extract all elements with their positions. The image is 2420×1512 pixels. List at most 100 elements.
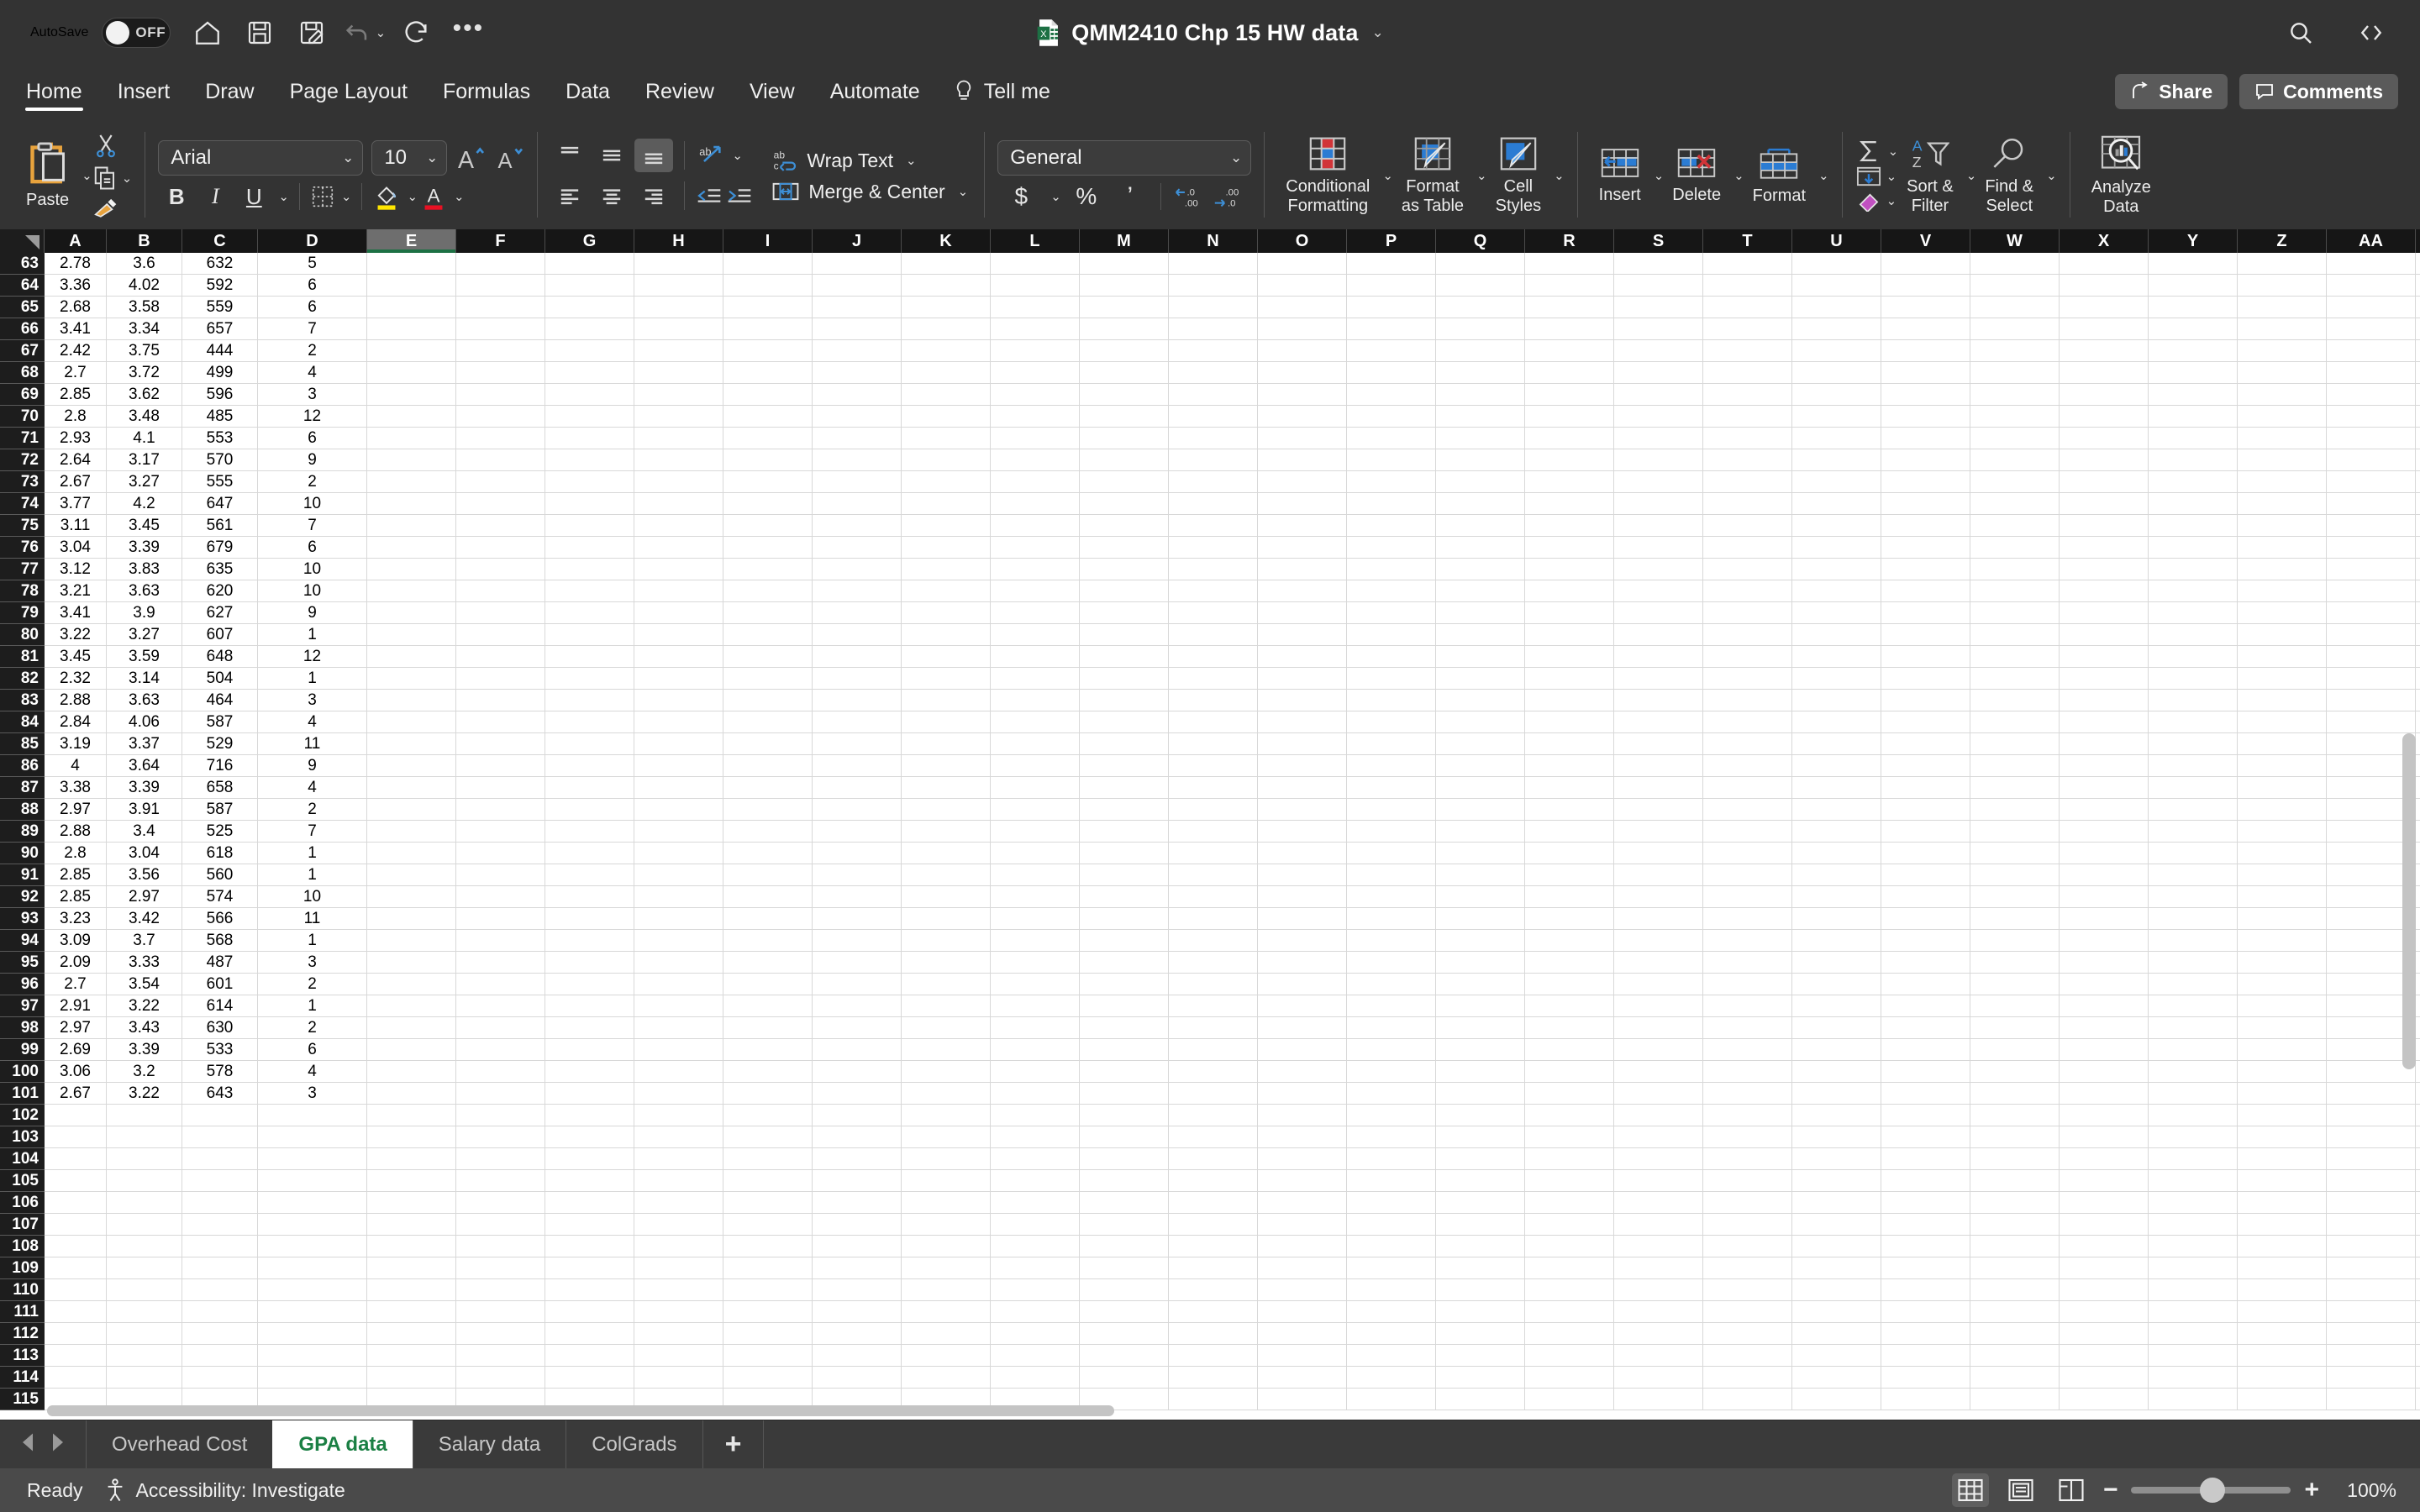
cell-C76[interactable]: 679: [182, 537, 258, 558]
cell-T98[interactable]: [1703, 1017, 1792, 1038]
cell-U112[interactable]: [1792, 1323, 1881, 1344]
cell-U99[interactable]: [1792, 1039, 1881, 1060]
cell-B77[interactable]: 3.83: [107, 559, 182, 580]
cell-E64[interactable]: [367, 275, 456, 296]
cell-C99[interactable]: 533: [182, 1039, 258, 1060]
cell-J105[interactable]: [813, 1170, 902, 1191]
row-header-113[interactable]: 113: [0, 1345, 45, 1367]
cell-L105[interactable]: [991, 1170, 1080, 1191]
cell-N109[interactable]: [1169, 1257, 1258, 1278]
cell-M110[interactable]: [1080, 1279, 1169, 1300]
cell-G81[interactable]: [545, 646, 634, 667]
row-header-88[interactable]: 88: [0, 799, 45, 821]
decrease-decimal-icon[interactable]: .00 .0: [1212, 184, 1244, 209]
cell-AA66[interactable]: [2327, 318, 2416, 339]
cell-J100[interactable]: [813, 1061, 902, 1082]
cell-G64[interactable]: [545, 275, 634, 296]
cell-W76[interactable]: [1970, 537, 2060, 558]
cell-C71[interactable]: 553: [182, 428, 258, 449]
cell-J110[interactable]: [813, 1279, 902, 1300]
cell-X90[interactable]: [2060, 843, 2149, 864]
tab-home[interactable]: Home: [8, 66, 100, 118]
cell-I86[interactable]: [723, 755, 813, 776]
undo-icon[interactable]: ⌄: [340, 9, 387, 56]
cell-E89[interactable]: [367, 821, 456, 842]
cell-M77[interactable]: [1080, 559, 1169, 580]
cell-P87[interactable]: [1347, 777, 1436, 798]
cell-C98[interactable]: 630: [182, 1017, 258, 1038]
cell-A89[interactable]: 2.88: [45, 821, 107, 842]
cell-E114[interactable]: [367, 1367, 456, 1388]
cell-E103[interactable]: [367, 1126, 456, 1147]
cell-G85[interactable]: [545, 733, 634, 754]
cell-E112[interactable]: [367, 1323, 456, 1344]
cell-X93[interactable]: [2060, 908, 2149, 929]
cell-Y97[interactable]: [2149, 995, 2238, 1016]
cell-V72[interactable]: [1881, 449, 1970, 470]
cell-Z74[interactable]: [2238, 493, 2327, 514]
cell-Q113[interactable]: [1436, 1345, 1525, 1366]
cell-E66[interactable]: [367, 318, 456, 339]
cell-K93[interactable]: [902, 908, 991, 929]
cell-S97[interactable]: [1614, 995, 1703, 1016]
cell-D95[interactable]: 3: [258, 952, 367, 973]
cell-G95[interactable]: [545, 952, 634, 973]
cell-I97[interactable]: [723, 995, 813, 1016]
cell-F84[interactable]: [456, 711, 545, 732]
cell-N78[interactable]: [1169, 580, 1258, 601]
cell-N85[interactable]: [1169, 733, 1258, 754]
cell-C66[interactable]: 657: [182, 318, 258, 339]
cell-O97[interactable]: [1258, 995, 1347, 1016]
cell-C108[interactable]: [182, 1236, 258, 1257]
cell-A104[interactable]: [45, 1148, 107, 1169]
cell-H99[interactable]: [634, 1039, 723, 1060]
cell-Q64[interactable]: [1436, 275, 1525, 296]
cell-O76[interactable]: [1258, 537, 1347, 558]
cell-A102[interactable]: [45, 1105, 107, 1126]
cell-G63[interactable]: [545, 253, 634, 274]
row-header-70[interactable]: 70: [0, 406, 45, 428]
cell-L74[interactable]: [991, 493, 1080, 514]
cell-J89[interactable]: [813, 821, 902, 842]
cell-O73[interactable]: [1258, 471, 1347, 492]
cell-D108[interactable]: [258, 1236, 367, 1257]
cell-H108[interactable]: [634, 1236, 723, 1257]
cell-Q67[interactable]: [1436, 340, 1525, 361]
cell-P98[interactable]: [1347, 1017, 1436, 1038]
column-header-s[interactable]: S: [1614, 229, 1703, 253]
cell-F112[interactable]: [456, 1323, 545, 1344]
cell-X94[interactable]: [2060, 930, 2149, 951]
cell-A109[interactable]: [45, 1257, 107, 1278]
cell-S91[interactable]: [1614, 864, 1703, 885]
cell-H68[interactable]: [634, 362, 723, 383]
cell-U114[interactable]: [1792, 1367, 1881, 1388]
cell-A76[interactable]: 3.04: [45, 537, 107, 558]
cell-E109[interactable]: [367, 1257, 456, 1278]
row-header-114[interactable]: 114: [0, 1367, 45, 1389]
cell-W78[interactable]: [1970, 580, 2060, 601]
cell-L75[interactable]: [991, 515, 1080, 536]
cell-W99[interactable]: [1970, 1039, 2060, 1060]
title-dropdown-chevron[interactable]: ⌄: [1372, 24, 1384, 41]
cell-W108[interactable]: [1970, 1236, 2060, 1257]
cell-O91[interactable]: [1258, 864, 1347, 885]
column-header-j[interactable]: J: [813, 229, 902, 253]
cell-J102[interactable]: [813, 1105, 902, 1126]
cell-O90[interactable]: [1258, 843, 1347, 864]
cell-I68[interactable]: [723, 362, 813, 383]
cell-G79[interactable]: [545, 602, 634, 623]
column-header-b[interactable]: B: [107, 229, 182, 253]
row-header-69[interactable]: 69: [0, 384, 45, 406]
cell-A77[interactable]: 3.12: [45, 559, 107, 580]
cell-Z89[interactable]: [2238, 821, 2327, 842]
column-header-aa[interactable]: AA: [2327, 229, 2416, 253]
cell-M64[interactable]: [1080, 275, 1169, 296]
cell-N95[interactable]: [1169, 952, 1258, 973]
cell-A88[interactable]: 2.97: [45, 799, 107, 820]
cell-M92[interactable]: [1080, 886, 1169, 907]
cell-B97[interactable]: 3.22: [107, 995, 182, 1016]
cell-B99[interactable]: 3.39: [107, 1039, 182, 1060]
cell-AA75[interactable]: [2327, 515, 2416, 536]
cell-W90[interactable]: [1970, 843, 2060, 864]
vertical-scrollbar[interactable]: [2400, 733, 2418, 1069]
